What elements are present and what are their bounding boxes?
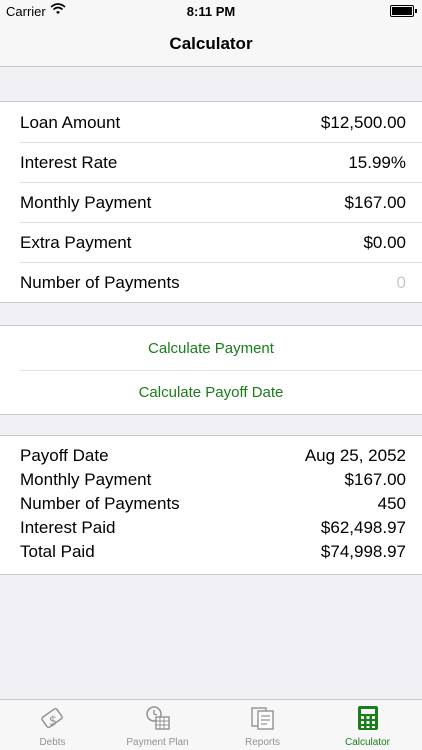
interest-rate-label: Interest Rate: [20, 153, 118, 172]
extra-payment-row[interactable]: Extra Payment $0.00: [0, 222, 422, 262]
loan-amount-label: Loan Amount: [20, 113, 121, 132]
result-monthly-payment-value: $167.00: [344, 470, 406, 489]
interest-paid-value: $62,498.97: [320, 518, 406, 537]
result-row-interest-paid: Interest Paid $62,498.97: [0, 516, 422, 540]
monthly-payment-label: Monthly Payment: [20, 193, 152, 212]
result-number-of-payments-label: Number of Payments: [20, 494, 180, 513]
battery-icon: [390, 5, 417, 17]
result-row-monthly-payment: Monthly Payment $167.00: [0, 468, 422, 492]
calculate-payoff-date-label: Calculate Payoff Date: [138, 384, 284, 401]
navigation-bar: Calculator: [0, 22, 422, 67]
result-row-total-paid: Total Paid $74,998.97: [0, 540, 422, 564]
tab-calculator-label: Calculator: [344, 737, 391, 748]
interest-rate-field[interactable]: 15.99%: [348, 153, 406, 173]
result-row-number-of-payments: Number of Payments 450: [0, 492, 422, 516]
tab-payment-plan[interactable]: Payment Plan: [105, 700, 210, 750]
status-bar: Carrier 8:11 PM: [0, 0, 422, 22]
calculate-payoff-date-button[interactable]: Calculate Payoff Date: [0, 370, 422, 414]
tab-reports-label: Reports: [244, 737, 280, 748]
monthly-payment-row[interactable]: Monthly Payment $167.00: [0, 182, 422, 222]
tab-debts[interactable]: $ Debts: [0, 700, 105, 750]
number-of-payments-field[interactable]: 0: [397, 273, 406, 293]
extra-payment-field[interactable]: $0.00: [363, 233, 406, 253]
debts-icon: $: [40, 705, 66, 731]
tab-payment-plan-label: Payment Plan: [126, 737, 189, 748]
tab-reports[interactable]: Reports: [210, 700, 315, 750]
tab-debts-label: Debts: [39, 737, 66, 748]
tab-calculator[interactable]: Calculator: [315, 700, 420, 750]
loan-amount-field[interactable]: $12,500.00: [321, 113, 406, 133]
monthly-payment-field[interactable]: $167.00: [345, 193, 406, 213]
number-of-payments-label: Number of Payments: [20, 273, 180, 292]
total-paid-label: Total Paid: [20, 542, 95, 561]
result-monthly-payment-label: Monthly Payment: [20, 470, 152, 489]
svg-text:$: $: [49, 714, 57, 729]
payoff-date-label: Payoff Date: [20, 446, 109, 465]
clock: 8:11 PM: [186, 4, 236, 19]
result-number-of-payments-value: 450: [377, 494, 406, 513]
calculator-icon: [355, 705, 381, 731]
total-paid-value: $74,998.97: [320, 542, 406, 561]
number-of-payments-row[interactable]: Number of Payments 0: [0, 262, 422, 302]
interest-rate-row[interactable]: Interest Rate 15.99%: [0, 142, 422, 182]
results-group: Payoff Date Aug 25, 2052 Monthly Payment…: [0, 435, 422, 575]
calculate-payment-label: Calculate Payment: [148, 340, 274, 357]
reports-icon: [250, 705, 276, 731]
extra-payment-label: Extra Payment: [20, 233, 132, 252]
calculate-payment-button[interactable]: Calculate Payment: [0, 326, 422, 370]
tab-bar: $ Debts Payment Plan Reports Calculator: [0, 699, 422, 750]
actions-group: Calculate Payment Calculate Payoff Date: [0, 325, 422, 415]
interest-paid-label: Interest Paid: [20, 518, 116, 537]
loan-amount-row[interactable]: Loan Amount $12,500.00: [0, 102, 422, 142]
payment-plan-icon: [145, 705, 171, 731]
payoff-date-value: Aug 25, 2052: [304, 446, 406, 465]
result-row-payoff-date: Payoff Date Aug 25, 2052: [0, 444, 422, 468]
page-title: Calculator: [169, 34, 253, 53]
loan-inputs-group: Loan Amount $12,500.00 Interest Rate 15.…: [0, 101, 422, 303]
